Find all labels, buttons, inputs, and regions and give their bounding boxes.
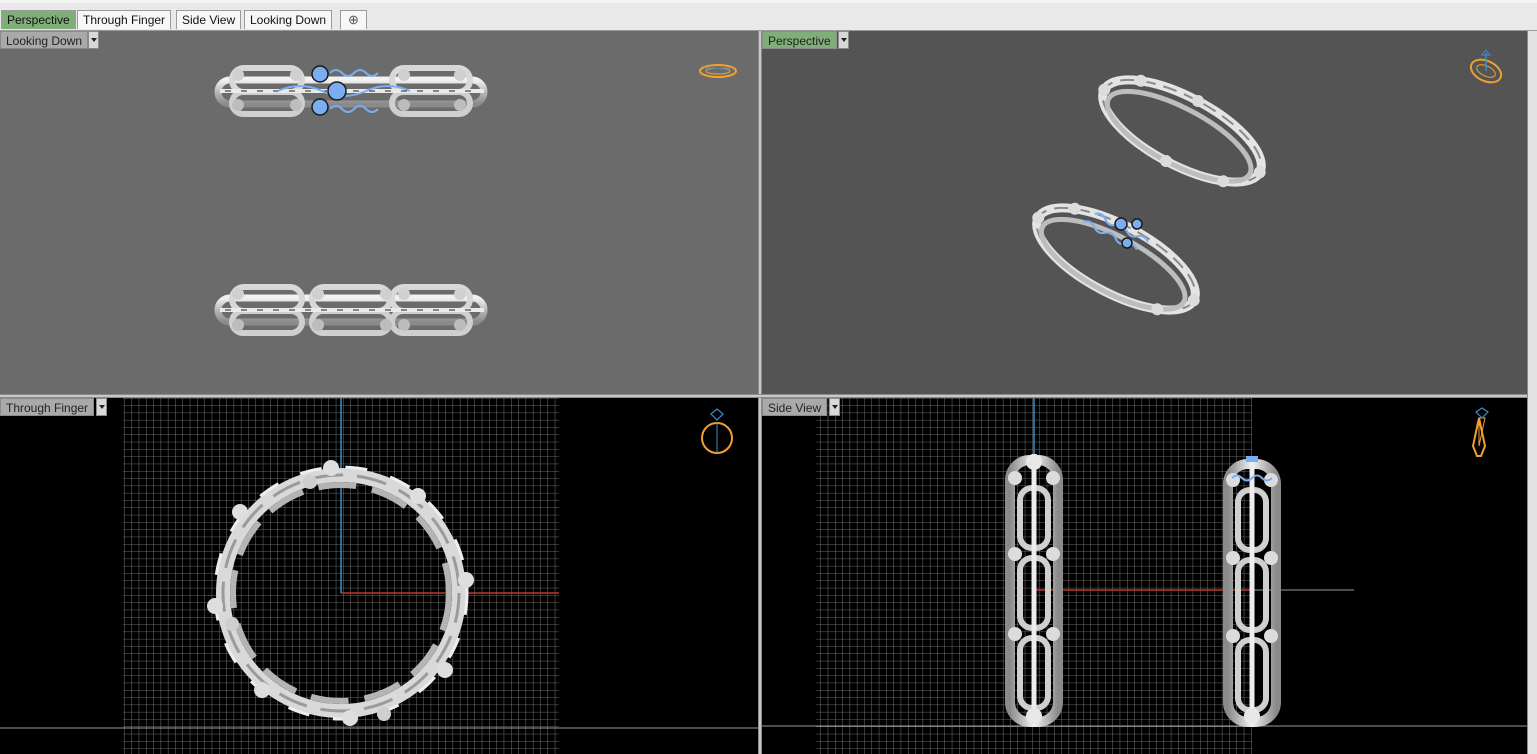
viewport-menu-dropdown[interactable]	[88, 31, 99, 49]
viewport-label[interactable]: Looking Down	[0, 31, 89, 49]
vertical-splitter[interactable]	[758, 31, 762, 754]
viewport-label[interactable]: Through Finger	[0, 398, 95, 416]
side-view-scene[interactable]	[762, 398, 1527, 754]
ring-orientation-icon[interactable]	[699, 64, 737, 78]
ring-orientation-icon[interactable]	[1467, 49, 1504, 87]
view-tab-bar: Perspective Through Finger Side View Loo…	[0, 0, 1537, 31]
add-tab-button[interactable]: ⊕	[340, 10, 367, 29]
plus-icon: ⊕	[348, 12, 359, 27]
ring-model-selected[interactable]	[1017, 185, 1215, 333]
viewport-menu-dropdown[interactable]	[96, 398, 107, 416]
looking-down-scene[interactable]	[0, 31, 758, 394]
ring-model[interactable]	[214, 284, 488, 336]
tab-perspective[interactable]: Perspective	[1, 10, 76, 29]
ring-front-icon[interactable]	[701, 408, 733, 454]
ring-model[interactable]	[1080, 52, 1284, 211]
ring-side-icon[interactable]	[1471, 407, 1489, 457]
ring-model-selected[interactable]	[214, 65, 488, 117]
viewport-label[interactable]: Side View	[762, 398, 828, 416]
viewport-side-view[interactable]: Side View	[762, 398, 1527, 754]
tab-side-view[interactable]: Side View	[176, 10, 242, 29]
tab-looking-down[interactable]: Looking Down	[244, 10, 333, 29]
viewport-menu-dropdown[interactable]	[829, 398, 840, 416]
tab-through-finger[interactable]: Through Finger	[77, 10, 172, 29]
viewport-menu-dropdown[interactable]	[838, 31, 849, 49]
right-panel-edge	[1527, 31, 1537, 754]
viewport-perspective[interactable]: Perspective	[762, 31, 1527, 394]
viewport-looking-down[interactable]: Looking Down	[0, 31, 758, 394]
perspective-scene[interactable]	[762, 31, 1527, 394]
viewport-label[interactable]: Perspective	[762, 31, 837, 49]
through-finger-scene[interactable]	[0, 398, 758, 754]
viewport-through-finger[interactable]: Through Finger	[0, 398, 758, 754]
